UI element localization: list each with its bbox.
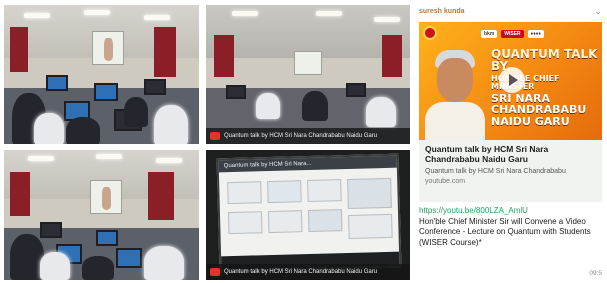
video-caption-bar: Quantum talk by HCM Sri Nara Chandrababu… <box>206 128 410 144</box>
ceiling-light <box>96 154 122 159</box>
speaker-portrait <box>425 50 485 140</box>
slide-tile <box>227 181 262 205</box>
ceiling-light <box>84 10 110 15</box>
message-text: Hon'ble Chief Minister Sir will Convene … <box>419 216 591 247</box>
video-logo-icon <box>210 268 220 276</box>
chat-message: suresh kunda ⌄ bkm WISER ♦♦♦♦ QUANTUM TA… <box>415 2 605 281</box>
ceiling-light <box>232 11 258 16</box>
badge: WISER <box>501 30 524 38</box>
video-thumbnail[interactable]: bkm WISER ♦♦♦♦ QUANTUM TALK BY HON'BLE C… <box>419 22 602 140</box>
classroom-photo-2: Quantum talk by HCM Sri Nara Chandrababu… <box>206 5 410 144</box>
ceiling-light <box>24 13 50 18</box>
slide-tile <box>267 210 303 234</box>
ceiling-light <box>28 156 54 161</box>
slide-tile <box>227 211 263 235</box>
student <box>124 97 148 127</box>
ceiling-light <box>316 11 342 16</box>
student <box>302 91 328 121</box>
curtain <box>148 172 174 220</box>
student <box>154 105 188 144</box>
student <box>34 113 64 144</box>
message-link[interactable]: https://youtu.be/800LZA_AmlU <box>419 206 602 217</box>
monitor <box>226 85 246 99</box>
slide-tile <box>307 209 343 233</box>
student <box>366 97 396 127</box>
curtain <box>382 35 402 77</box>
emblem-icon <box>423 26 437 40</box>
tv-screen: Quantum talk by HCM Sri Nara... <box>216 153 402 273</box>
projection-screen <box>92 31 124 65</box>
slide-tile <box>307 179 342 203</box>
student <box>40 252 70 280</box>
projection-screen <box>90 180 122 214</box>
monitor <box>46 75 68 91</box>
message-body: https://youtu.be/800LZA_AmlU Hon'ble Chi… <box>419 206 602 249</box>
play-icon[interactable] <box>499 67 525 93</box>
curtain <box>214 35 234 77</box>
sender-name: suresh kunda <box>419 8 465 15</box>
monitor <box>96 230 118 246</box>
monitor <box>144 79 166 95</box>
curtain <box>10 27 28 72</box>
ceiling-light <box>156 158 182 163</box>
student <box>66 117 100 144</box>
video-caption-bar: Quantum talk by HCM Sri Nara Chandrababu… <box>206 264 410 280</box>
slide-tile <box>347 177 392 209</box>
video-caption: Quantum talk by HCM Sri Nara Chandrababu… <box>224 133 378 139</box>
link-preview-card[interactable]: Quantum talk by HCM Sri Nara Chandrababu… <box>419 140 602 202</box>
slide-tile <box>348 213 393 239</box>
projection-screen <box>294 51 322 75</box>
student <box>82 256 114 280</box>
message-timestamp: 09:5 <box>589 270 602 277</box>
tv-screen-photo: Quantum talk by HCM Sri Nara... Quantum … <box>206 150 410 280</box>
monitor <box>346 83 366 97</box>
ceiling-light <box>144 15 170 20</box>
chevron-down-icon[interactable]: ⌄ <box>594 6 602 17</box>
student <box>144 246 184 280</box>
badge: bkm <box>481 30 498 38</box>
video-logo-icon <box>210 132 220 140</box>
student <box>256 93 280 119</box>
link-preview-domain: youtube.com <box>425 177 466 185</box>
thumbnail-badges: bkm WISER ♦♦♦♦ <box>481 30 544 38</box>
ceiling-light <box>374 17 400 22</box>
classroom-photo-3 <box>4 150 199 280</box>
student <box>10 234 44 280</box>
monitor <box>40 222 62 238</box>
slide-tile <box>267 180 302 204</box>
link-preview-title: Quantum talk by HCM Sri Nara Chandrababu… <box>425 144 549 164</box>
link-preview-description: Quantum talk by HCM Sri Nara Chandrababu <box>425 167 566 175</box>
tv-screen-title: Quantum talk by HCM Sri Nara... <box>218 155 397 173</box>
curtain <box>10 172 30 216</box>
monitor <box>94 83 118 101</box>
curtain <box>154 27 176 77</box>
badge: ♦♦♦♦ <box>527 30 544 38</box>
monitor <box>116 248 142 268</box>
classroom-photo-1 <box>4 5 199 144</box>
video-caption: Quantum talk by HCM Sri Nara Chandrababu… <box>224 269 378 275</box>
